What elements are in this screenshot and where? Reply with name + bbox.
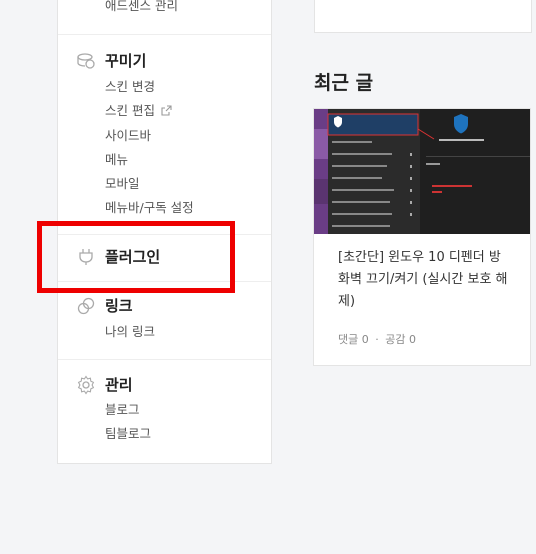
section-title-manage[interactable]: 관리 (105, 374, 133, 395)
sidebar-item-blog[interactable]: 블로그 (105, 398, 151, 422)
content-card-top (314, 0, 532, 33)
divider (58, 34, 271, 35)
palette-icon (76, 51, 96, 71)
sidebar-item-mobile[interactable]: 모바일 (105, 172, 194, 196)
post-meta: 댓글 0 · 공감 0 (338, 331, 416, 347)
link-icon (76, 296, 96, 316)
comment-count: 댓글 0 (338, 333, 369, 346)
post-thumbnail[interactable] (314, 109, 530, 234)
section-title-decorate[interactable]: 꾸미기 (105, 50, 146, 71)
sidebar-item-menubar-subscribe[interactable]: 메뉴바/구독 설정 (105, 196, 194, 220)
meta-separator: · (375, 333, 379, 346)
recent-posts-heading: 최근 글 (314, 72, 374, 94)
external-link-icon (161, 100, 172, 124)
gear-icon (76, 375, 96, 395)
highlight-box (37, 221, 235, 293)
sidebar-item-team-blog[interactable]: 팀블로그 (105, 422, 151, 446)
post-card[interactable]: [초간단] 윈도우 10 디펜더 방화벽 끄기/켜기 (실시간 보호 해제) 댓… (313, 108, 531, 366)
sidebar-item-adsense-manage[interactable]: 애드센스 관리 (105, 0, 178, 18)
sidebar-item-sidebar[interactable]: 사이드바 (105, 124, 194, 148)
like-count: 공감 0 (385, 333, 416, 346)
section-title-link[interactable]: 링크 (105, 295, 133, 316)
sidebar-item-my-link[interactable]: 나의 링크 (105, 320, 155, 344)
post-title[interactable]: [초간단] 윈도우 10 디펜더 방화벽 끄기/켜기 (실시간 보호 해제) (338, 247, 510, 313)
sidebar-item-skin-edit[interactable]: 스킨 편집 (105, 99, 194, 124)
sidebar-item-skin-change[interactable]: 스킨 변경 (105, 75, 194, 99)
sidebar-item-menu[interactable]: 메뉴 (105, 148, 194, 172)
sidebar-item-label: 스킨 편집 (105, 103, 155, 118)
divider (58, 359, 271, 360)
